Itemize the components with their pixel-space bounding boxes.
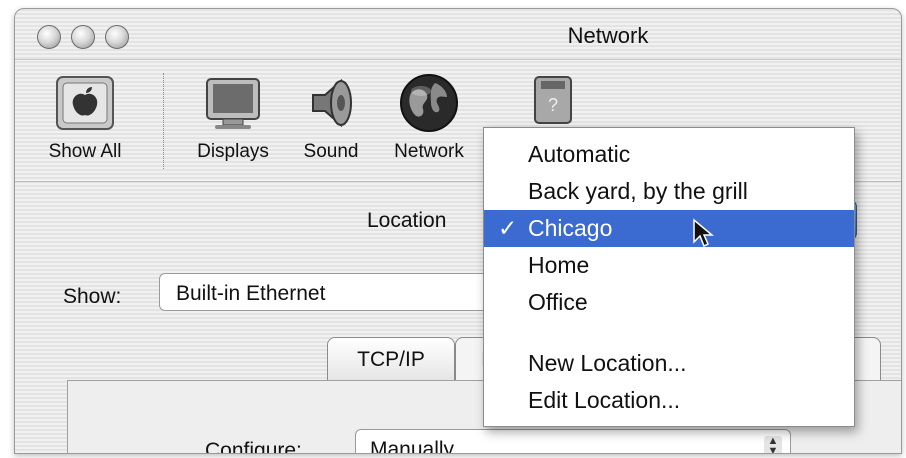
tab-tcp-ip[interactable]: TCP/IP bbox=[327, 337, 455, 381]
menu-separator bbox=[484, 321, 854, 345]
menu-item-label: New Location... bbox=[528, 350, 687, 376]
title-bar: Network bbox=[15, 9, 901, 60]
toolbar-item-displays[interactable]: Displays bbox=[183, 71, 283, 163]
menu-item-office[interactable]: Office bbox=[484, 284, 854, 321]
network-globe-icon bbox=[397, 71, 461, 135]
toolbar-item-show-all[interactable]: Show All bbox=[35, 71, 135, 163]
show-label: Show: bbox=[63, 285, 122, 308]
menu-item-label: Automatic bbox=[528, 141, 631, 167]
checkmark-icon: ✓ bbox=[498, 215, 518, 241]
menu-item-label: Chicago bbox=[528, 215, 613, 241]
window-title: Network bbox=[567, 23, 649, 48]
popup-arrows-icon: ▲ ▼ bbox=[764, 436, 782, 453]
sound-icon bbox=[299, 71, 363, 135]
mouse-pointer-icon bbox=[693, 218, 714, 248]
menu-item-new-location[interactable]: New Location... bbox=[484, 345, 854, 382]
show-all-icon bbox=[53, 71, 117, 135]
menu-item-back-yard[interactable]: Back yard, by the grill bbox=[484, 173, 854, 210]
menu-item-home[interactable]: Home bbox=[484, 247, 854, 284]
toolbar-item-sound[interactable]: Sound bbox=[291, 71, 371, 163]
location-label: Location bbox=[367, 209, 447, 232]
toolbar-item-network[interactable]: Network bbox=[381, 71, 477, 163]
menu-item-automatic[interactable]: Automatic bbox=[484, 136, 854, 173]
configure-label: Configure: bbox=[205, 439, 302, 454]
svg-text:?: ? bbox=[548, 95, 558, 115]
toolbar-label: Show All bbox=[48, 141, 122, 162]
toolbar-label: Network bbox=[394, 141, 464, 162]
location-menu: Automatic Back yard, by the grill ✓ Chic… bbox=[483, 127, 855, 427]
configure-popup[interactable]: Manually ▲ ▼ bbox=[355, 429, 791, 454]
startup-disk-icon: ? bbox=[521, 71, 585, 135]
menu-item-label: Back yard, by the grill bbox=[528, 178, 748, 204]
menu-item-label: Home bbox=[528, 252, 590, 278]
menu-item-label: Edit Location... bbox=[528, 387, 681, 413]
configure-value: Manually bbox=[370, 438, 455, 454]
toolbar-label: Sound bbox=[303, 141, 359, 162]
menu-item-label: Office bbox=[528, 289, 588, 315]
menu-item-edit-location[interactable]: Edit Location... bbox=[484, 382, 854, 419]
network-preferences-window: Network Show All Displays Sound Network … bbox=[14, 8, 902, 454]
toolbar-label: Displays bbox=[197, 141, 269, 162]
displays-icon bbox=[201, 71, 265, 135]
menu-item-chicago[interactable]: ✓ Chicago bbox=[484, 210, 854, 248]
toolbar-separator bbox=[163, 73, 164, 169]
